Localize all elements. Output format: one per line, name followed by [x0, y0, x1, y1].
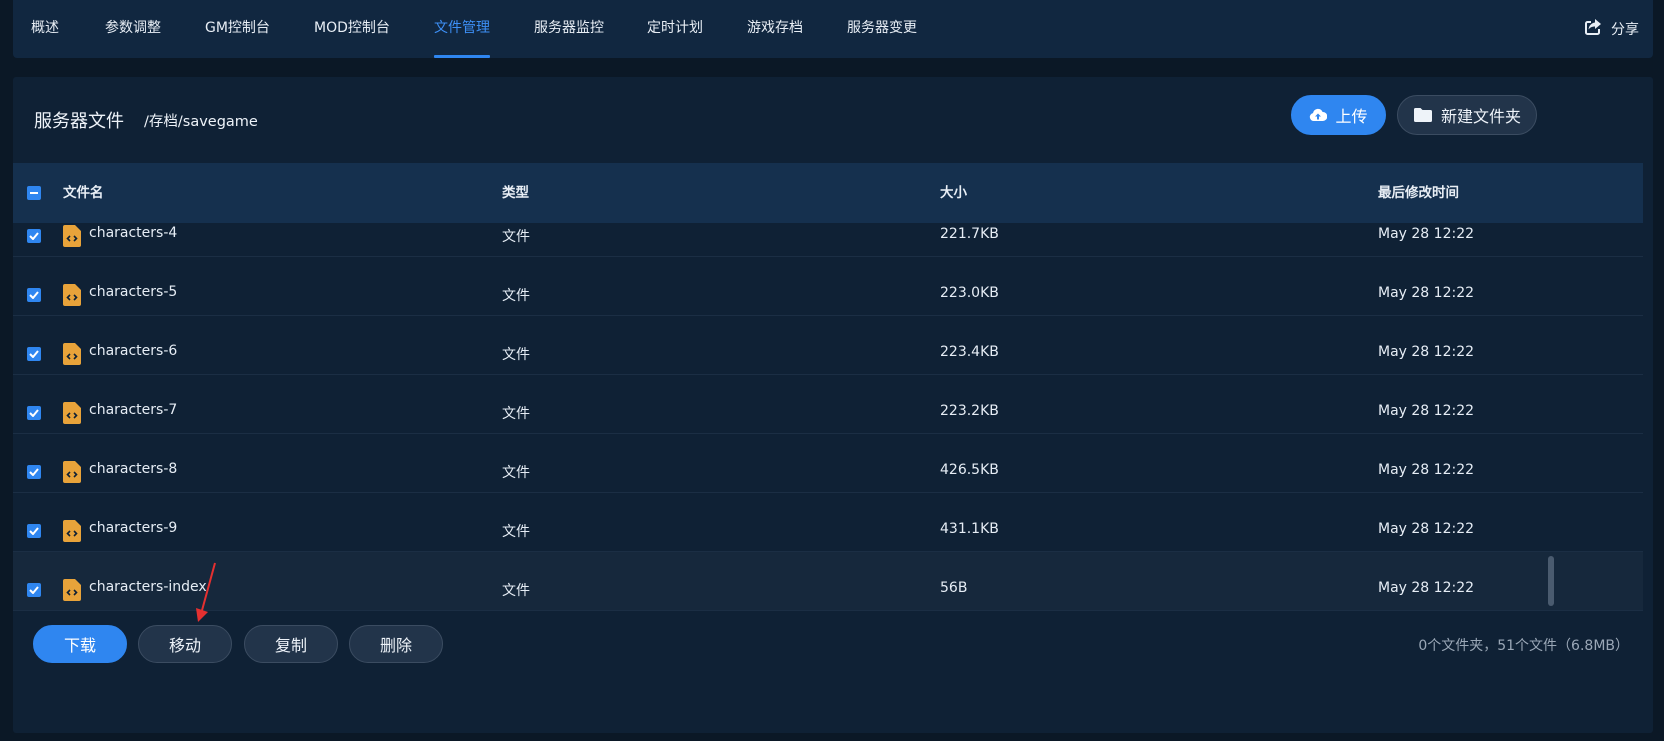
share-label: 分享 — [1611, 22, 1639, 38]
file-size: 223.2KB — [940, 403, 999, 419]
tab-file-management[interactable]: 文件管理 — [434, 0, 490, 58]
download-button[interactable]: 下载 — [33, 625, 127, 663]
table-row[interactable]: characters-4 文件 221.7KB May 28 12:22 — [13, 223, 1643, 257]
cloud-upload-icon — [1309, 108, 1328, 122]
check-icon — [29, 586, 39, 594]
row-checkbox[interactable] — [27, 583, 41, 597]
annotation-arrow-icon — [196, 562, 216, 622]
panel-header: 服务器文件 /存档/savegame 上传 新建文件夹 — [13, 77, 1653, 163]
code-file-icon — [63, 284, 81, 306]
file-size: 223.0KB — [940, 285, 999, 301]
file-modified: May 28 12:22 — [1378, 580, 1475, 596]
row-checkbox[interactable] — [27, 524, 41, 538]
file-size: 223.4KB — [940, 344, 999, 360]
new-folder-button[interactable]: 新建文件夹 — [1397, 95, 1537, 135]
page-title: 服务器文件 — [34, 111, 124, 132]
delete-button[interactable]: 删除 — [349, 625, 443, 663]
top-nav: 概述 参数调整 GM控制台 MOD控制台 文件管理 服务器监控 定时计划 游戏存… — [13, 0, 1653, 58]
check-icon — [29, 527, 39, 535]
file-name[interactable]: characters-7 — [89, 402, 177, 418]
tab-gm-console[interactable]: GM控制台 — [205, 0, 270, 58]
table-row[interactable]: characters-8 文件 426.5KB May 28 12:22 — [13, 434, 1643, 493]
new-folder-label: 新建文件夹 — [1440, 107, 1521, 126]
check-icon — [29, 232, 39, 240]
file-type: 文件 — [502, 229, 530, 245]
column-header-name[interactable]: 文件名 — [63, 163, 104, 223]
move-button[interactable]: 移动 — [138, 625, 232, 663]
table-header: 文件名 类型 大小 最后修改时间 — [13, 163, 1643, 223]
table-scrollbar[interactable] — [1548, 556, 1554, 606]
code-file-icon — [63, 402, 81, 424]
file-name[interactable]: characters-8 — [89, 461, 177, 477]
file-size: 56B — [940, 580, 968, 596]
file-type: 文件 — [502, 288, 530, 304]
column-header-type[interactable]: 类型 — [502, 163, 529, 223]
code-file-icon — [63, 343, 81, 365]
file-count-summary: 0个文件夹，51个文件（6.8MB） — [1418, 638, 1629, 654]
tab-overview[interactable]: 概述 — [31, 0, 59, 58]
file-size: 431.1KB — [940, 521, 999, 537]
upload-label: 上传 — [1335, 107, 1368, 126]
file-table-body[interactable]: characters-4 文件 221.7KB May 28 12:22 cha… — [13, 223, 1643, 688]
file-size: 426.5KB — [940, 462, 999, 478]
file-name[interactable]: characters-6 — [89, 343, 177, 359]
row-checkbox[interactable] — [27, 288, 41, 302]
file-type: 文件 — [502, 406, 530, 422]
breadcrumb-path: /存档/savegame — [144, 114, 258, 130]
table-row[interactable]: characters-6 文件 223.4KB May 28 12:22 — [13, 316, 1643, 375]
tab-params[interactable]: 参数调整 — [105, 0, 161, 58]
upload-button[interactable]: 上传 — [1291, 95, 1386, 135]
file-modified: May 28 12:22 — [1378, 462, 1475, 478]
table-row[interactable]: characters-index 文件 56B May 28 12:22 — [13, 552, 1643, 611]
file-modified: May 28 12:22 — [1378, 344, 1475, 360]
file-type: 文件 — [502, 465, 530, 481]
tab-game-saves[interactable]: 游戏存档 — [747, 0, 803, 58]
row-checkbox[interactable] — [27, 347, 41, 361]
folder-icon — [1413, 107, 1433, 123]
row-checkbox[interactable] — [27, 465, 41, 479]
copy-button[interactable]: 复制 — [244, 625, 338, 663]
select-all-checkbox[interactable] — [27, 186, 41, 200]
share-button[interactable]: 分享 — [1583, 0, 1639, 58]
code-file-icon — [63, 461, 81, 483]
column-header-modified[interactable]: 最后修改时间 — [1378, 163, 1459, 223]
indeterminate-icon — [30, 192, 38, 194]
check-icon — [29, 468, 39, 476]
table-row[interactable]: characters-5 文件 223.0KB May 28 12:22 — [13, 257, 1643, 316]
tab-mod-console[interactable]: MOD控制台 — [314, 0, 390, 58]
share-icon — [1583, 17, 1603, 41]
file-name[interactable]: characters-5 — [89, 284, 177, 300]
file-modified: May 28 12:22 — [1378, 403, 1475, 419]
file-type: 文件 — [502, 347, 530, 363]
check-icon — [29, 409, 39, 417]
table-row[interactable]: characters-7 文件 223.2KB May 28 12:22 — [13, 375, 1643, 434]
file-type: 文件 — [502, 524, 530, 540]
code-file-icon — [63, 520, 81, 542]
code-file-icon — [63, 579, 81, 601]
file-size: 221.7KB — [940, 226, 999, 242]
file-modified: May 28 12:22 — [1378, 521, 1475, 537]
code-file-icon — [63, 225, 81, 247]
check-icon — [29, 291, 39, 299]
column-header-size[interactable]: 大小 — [940, 163, 967, 223]
tab-server-change[interactable]: 服务器变更 — [847, 0, 917, 58]
file-modified: May 28 12:22 — [1378, 226, 1475, 242]
tab-server-monitor[interactable]: 服务器监控 — [534, 0, 604, 58]
tab-schedule[interactable]: 定时计划 — [647, 0, 703, 58]
file-modified: May 28 12:22 — [1378, 285, 1475, 301]
row-checkbox[interactable] — [27, 229, 41, 243]
file-type: 文件 — [502, 583, 530, 599]
file-name[interactable]: characters-4 — [89, 225, 177, 241]
file-name[interactable]: characters-9 — [89, 520, 177, 536]
file-manager-panel: 服务器文件 /存档/savegame 上传 新建文件夹 文件名 类型 大小 最后… — [13, 77, 1653, 733]
row-checkbox[interactable] — [27, 406, 41, 420]
tab-file-management-label: 文件管理 — [434, 20, 490, 36]
check-icon — [29, 350, 39, 358]
active-tab-indicator — [434, 55, 490, 58]
table-row[interactable]: characters-9 文件 431.1KB May 28 12:22 — [13, 493, 1643, 552]
